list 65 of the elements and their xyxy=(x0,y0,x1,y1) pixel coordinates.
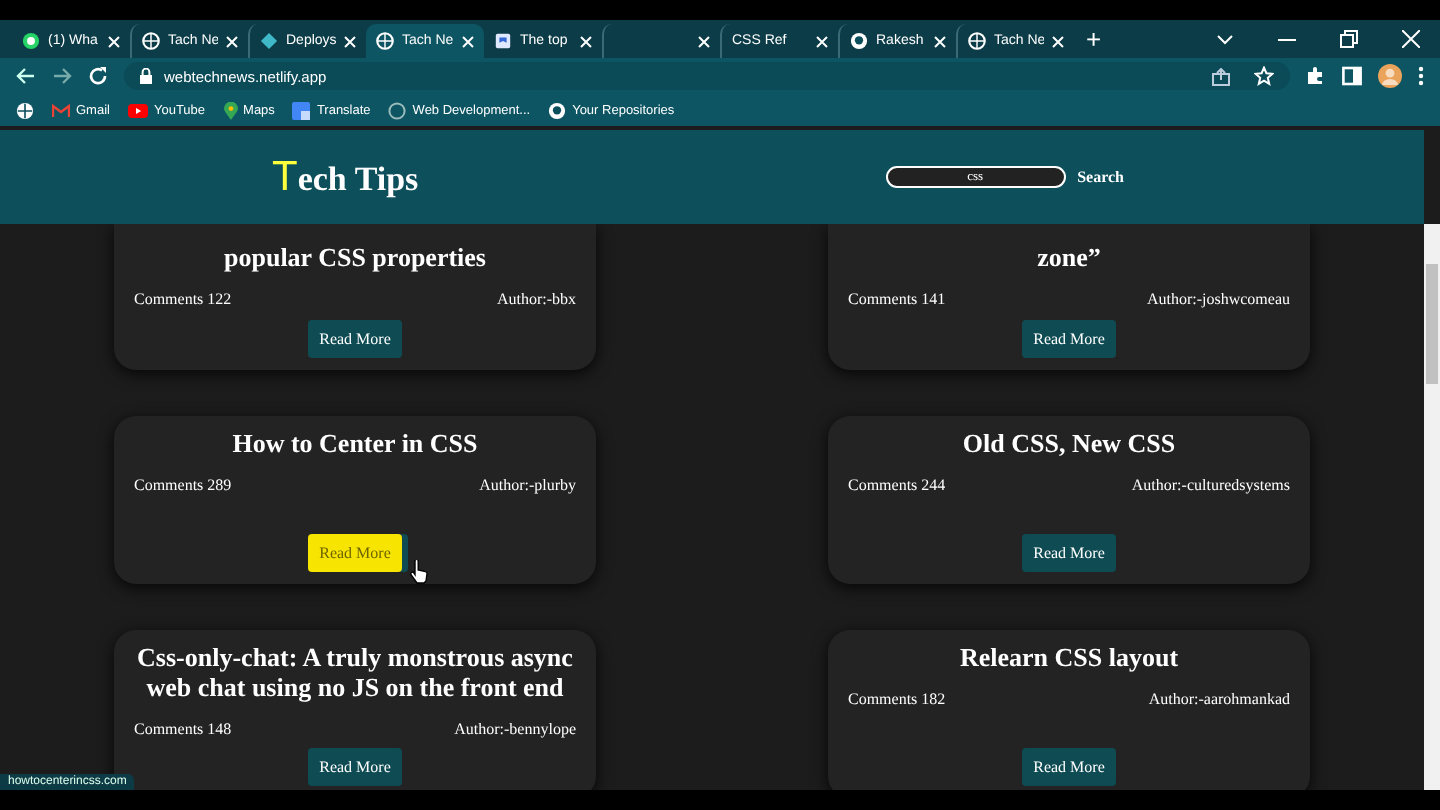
close-icon[interactable] xyxy=(698,35,710,47)
globe-icon xyxy=(142,32,160,50)
close-icon[interactable] xyxy=(344,35,356,47)
document-icon xyxy=(494,32,512,50)
diamond-icon xyxy=(260,32,278,50)
author-name: Author:-culturedsystems xyxy=(1131,476,1290,494)
comment-count: Comments 148 xyxy=(134,720,232,738)
comment-count: Comments 141 xyxy=(848,290,946,308)
author-name: Author:-joshwcomeau xyxy=(1146,290,1290,308)
card-title: How to Center in CSS xyxy=(230,428,480,458)
pointer-icon xyxy=(410,560,428,584)
share-icon[interactable] xyxy=(1212,67,1230,85)
globe-icon xyxy=(376,32,394,50)
restore-icon[interactable] xyxy=(1340,30,1358,48)
site-logo[interactable]: Tech Tips xyxy=(272,153,419,201)
globe-icon[interactable] xyxy=(16,101,34,119)
globe-icon xyxy=(968,32,986,50)
close-icon[interactable] xyxy=(226,35,238,47)
comment-count: Comments 244 xyxy=(848,476,946,494)
close-icon[interactable] xyxy=(816,35,828,47)
close-icon[interactable] xyxy=(108,35,120,47)
comment-count: Comments 182 xyxy=(848,690,946,708)
close-icon[interactable] xyxy=(1052,35,1064,47)
close-icon[interactable] xyxy=(462,35,474,47)
back-icon[interactable] xyxy=(16,66,36,86)
chevron-down-icon[interactable] xyxy=(1216,33,1234,45)
map-pin-icon xyxy=(223,101,238,119)
read-more-button[interactable]: Read More xyxy=(307,320,403,358)
scroll-thumb[interactable] xyxy=(1426,264,1438,384)
play-icon xyxy=(127,103,148,117)
author-name: Author:-bennylope xyxy=(454,720,576,738)
author-name: Author:-bbx xyxy=(496,290,576,308)
close-icon[interactable] xyxy=(1402,30,1420,48)
read-more-button[interactable]: Read More xyxy=(1021,320,1117,358)
search-button[interactable]: Search xyxy=(1073,168,1128,186)
more-icon[interactable] xyxy=(1418,66,1424,86)
comment-count: Comments 122 xyxy=(134,290,232,308)
minimize-icon[interactable] xyxy=(1278,37,1296,41)
reload-icon[interactable] xyxy=(88,66,108,86)
chat-icon xyxy=(22,32,40,50)
translate-icon xyxy=(292,101,311,119)
card-title: popular CSS properties xyxy=(222,242,488,272)
read-more-button[interactable]: Read More xyxy=(307,748,403,786)
forward-icon[interactable] xyxy=(52,66,72,86)
comment-count: Comments 289 xyxy=(134,476,232,494)
sidebar-icon[interactable] xyxy=(1342,66,1362,86)
read-more-button[interactable]: Read More xyxy=(307,534,403,572)
read-more-button[interactable]: Read More xyxy=(1021,534,1117,572)
new-tab-button[interactable]: + xyxy=(1086,24,1102,54)
card-title: Css-only-chat: A truly monstrous async web chat using no JS on the front end xyxy=(135,642,575,702)
card-title: Old CSS, New CSS xyxy=(960,428,1178,458)
read-more-button[interactable]: Read More xyxy=(1021,748,1117,786)
card-title: Relearn CSS layout xyxy=(957,642,1181,672)
author-name: Author:-aarohmankad xyxy=(1148,690,1290,708)
ring-icon xyxy=(388,101,407,119)
mail-icon xyxy=(52,103,70,117)
avatar-icon[interactable] xyxy=(1378,64,1402,88)
puzzle-icon[interactable] xyxy=(1306,66,1326,86)
close-icon[interactable] xyxy=(580,35,592,47)
scrollbar[interactable] xyxy=(1424,224,1440,790)
lock-icon xyxy=(140,68,152,84)
author-name: Author:-plurby xyxy=(479,476,576,494)
card-title: zone” xyxy=(1035,242,1103,272)
close-icon[interactable] xyxy=(934,35,946,47)
star-icon[interactable] xyxy=(1254,66,1274,86)
